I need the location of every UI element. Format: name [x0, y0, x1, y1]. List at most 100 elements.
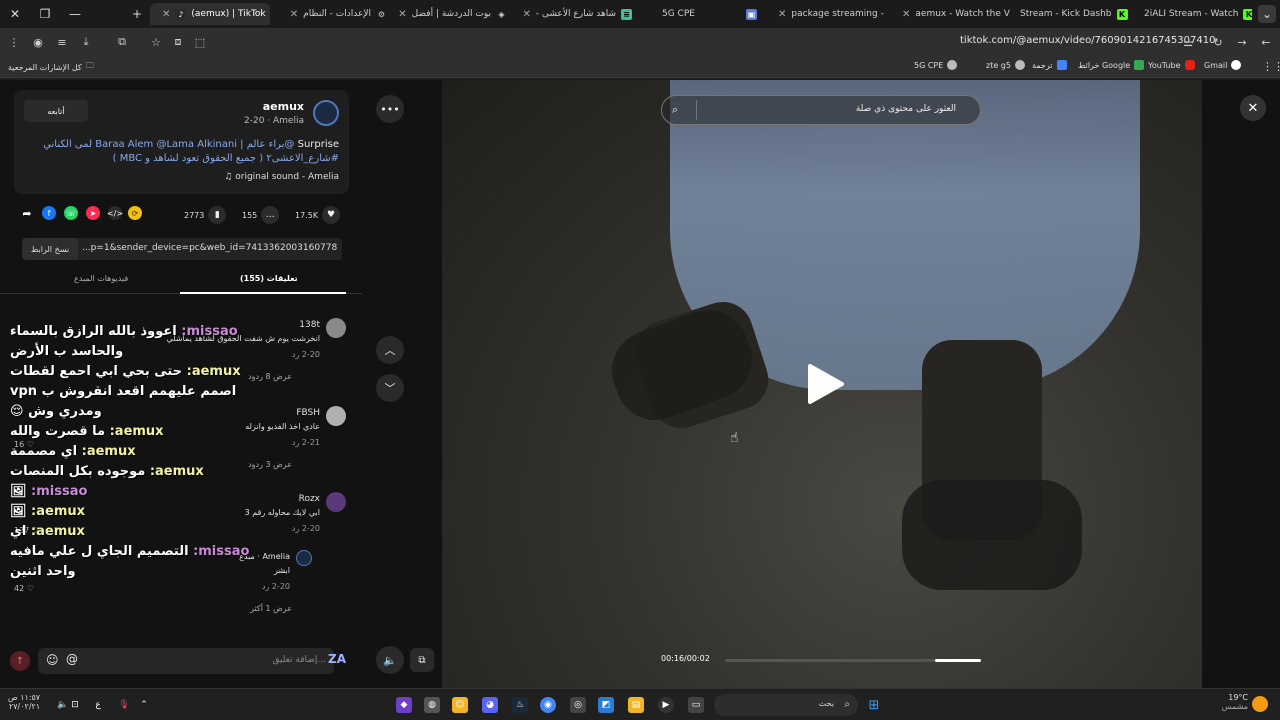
search-input[interactable]: العثور على محتوى ذي صلة: [856, 104, 956, 114]
play-icon[interactable]: [802, 362, 846, 406]
sound-link[interactable]: ♫ original sound - Amelia: [224, 172, 339, 182]
tab-chatbot[interactable]: ◈ بوت الدردشة | أفضل ✕: [398, 3, 513, 25]
discord-icon[interactable]: ◕: [482, 697, 498, 713]
avatar[interactable]: [326, 318, 346, 338]
app-icon[interactable]: ☺: [452, 697, 468, 713]
avatar[interactable]: [313, 100, 339, 126]
task-view-icon[interactable]: ▭: [688, 697, 704, 713]
new-tab-icon[interactable]: +: [128, 5, 146, 23]
close-tab-icon[interactable]: ✕: [778, 9, 786, 20]
install-app-icon[interactable]: ⧈: [170, 34, 186, 50]
username[interactable]: aemux: [263, 100, 304, 113]
cast-icon[interactable]: ⬚: [192, 34, 208, 50]
close-video-icon[interactable]: ✕: [1240, 95, 1266, 121]
reply-button[interactable]: رد: [292, 524, 299, 533]
avatar[interactable]: [326, 406, 346, 426]
close-tab-icon[interactable]: ✕: [398, 9, 406, 20]
tab-kick-aemux[interactable]: ✕ aemux - Watch the V K: [890, 3, 1012, 25]
tab-shahid[interactable]: ≡ شاهد شارع الأعشى - ✕: [520, 3, 638, 25]
search-icon[interactable]: ⌕: [672, 103, 678, 117]
send-comment-button[interactable]: ↑: [10, 651, 30, 671]
all-bookmarks[interactable]: كل الإشارات المرجعية 🗀: [8, 60, 94, 74]
repost-icon[interactable]: ⟳: [128, 206, 142, 220]
more-options-icon[interactable]: •••: [376, 95, 404, 123]
close-tab-icon[interactable]: ✕: [290, 9, 298, 20]
comment-user[interactable]: Rozx: [299, 494, 320, 504]
hashtag-link[interactable]: #شارع_الاعشى٢ ( جميع الحقوق تعود لشاهد و…: [113, 153, 339, 164]
bookmark-star-icon[interactable]: ☆: [148, 34, 164, 50]
start-icon[interactable]: ⊞: [866, 697, 882, 713]
whatsapp-icon[interactable]: ☏: [64, 206, 78, 220]
profile-icon[interactable]: ◉: [30, 34, 46, 50]
close-tab-icon[interactable]: ✕: [902, 9, 910, 20]
tab-package-streaming[interactable]: ✕ package streaming - G: [766, 3, 886, 25]
weather-widget[interactable]: 19°C مشمس: [1216, 693, 1248, 711]
back-icon[interactable]: ←: [1258, 34, 1274, 50]
like-button[interactable]: 17.5K ♥: [295, 206, 341, 224]
comment-user[interactable]: 138t: [299, 320, 320, 330]
view-more-replies-button[interactable]: عرض 1 أكثر: [250, 604, 292, 613]
mention-link[interactable]: @براء عالم | Baraa Alem @Lama Alkinani: [95, 139, 294, 150]
tab-5gcpe[interactable]: 5G CPE ▣: [642, 3, 760, 25]
comment-user[interactable]: FBSH: [296, 408, 320, 418]
system-tray-icons[interactable]: 🔈 ⊡: [48, 697, 88, 713]
comment-button[interactable]: 155…: [242, 206, 280, 224]
next-video-icon[interactable]: ﹀: [376, 374, 404, 402]
reload-icon[interactable]: ↻: [1210, 34, 1226, 50]
close-window-icon[interactable]: ✕: [6, 5, 24, 23]
view-replies-button[interactable]: عرض 3 ردود: [248, 460, 292, 469]
avatar[interactable]: [326, 492, 346, 512]
bookmark-translate[interactable]: ترجمة: [1032, 60, 1067, 70]
share-link-text[interactable]: ...p=1&sender_device=pc&web_id=741336200…: [82, 243, 338, 253]
obs-icon[interactable]: ◎: [570, 697, 586, 713]
reply-button[interactable]: رد: [292, 438, 299, 447]
tab-creator-videos[interactable]: فيديوهات المبدع: [74, 274, 128, 283]
reply-button[interactable]: رد: [292, 350, 299, 359]
bookmark-maps[interactable]: خرائط Google: [1078, 60, 1145, 70]
site-settings-icon[interactable]: ⚌: [1180, 34, 1196, 50]
minimize-window-icon[interactable]: —: [66, 5, 84, 23]
previous-video-icon[interactable]: ︿: [376, 336, 404, 364]
app-icon[interactable]: ◆: [396, 697, 412, 713]
chevron-up-icon[interactable]: ⌃: [136, 697, 152, 713]
bookmark-youtube[interactable]: YouTube: [1148, 60, 1195, 70]
volume-icon[interactable]: 🔈: [376, 646, 404, 674]
send-to-friend-icon[interactable]: ➤: [86, 206, 100, 220]
follow-button[interactable]: أتابعه: [24, 100, 88, 122]
extensions-icon[interactable]: ⧉: [114, 34, 130, 50]
language-indicator[interactable]: ع: [90, 697, 106, 713]
embed-icon[interactable]: </>: [107, 206, 123, 220]
maximize-window-icon[interactable]: ❐: [36, 5, 54, 23]
bookmark-zte[interactable]: zte g5: [986, 60, 1025, 70]
tab-search-icon[interactable]: ⌄: [1258, 5, 1276, 23]
url-text[interactable]: tiktok.com/@aemux/video/7609014216745307…: [960, 35, 1215, 46]
video-player[interactable]: ⌕ العثور على محتوى ذي صلة 00:16/00:02 ☝: [442, 80, 1202, 688]
download-icon[interactable]: ⤓: [78, 34, 94, 50]
emoji-icon[interactable]: ☺: [46, 653, 59, 667]
chrome-icon[interactable]: ◉: [540, 697, 556, 713]
apps-grid-icon[interactable]: ⋮⋮: [1262, 60, 1280, 73]
forward-icon[interactable]: →: [1234, 34, 1250, 50]
picture-in-picture-icon[interactable]: ⧉: [410, 648, 434, 672]
taskbar-search[interactable]: ⌕ بحث: [714, 694, 858, 716]
file-explorer-icon[interactable]: ▤: [628, 697, 644, 713]
menu-icon[interactable]: ⋮: [6, 34, 22, 50]
share-arrow-icon[interactable]: ➦: [20, 206, 34, 220]
view-replies-button[interactable]: عرض 8 ردود: [248, 372, 292, 381]
mention-icon[interactable]: @: [66, 652, 78, 666]
tab-2iali-stream[interactable]: 2iALI Stream - Watch K: [1138, 3, 1252, 25]
tab-kick-dashboard[interactable]: Stream - Kick Dashb K: [1014, 3, 1130, 25]
clock[interactable]: ١١:٥٧ ص ٢٧/٠٢/٢١: [8, 693, 40, 711]
tab-settings[interactable]: ⚙ الإعدادات - النظام ✕: [278, 3, 393, 25]
media-player-icon[interactable]: ▶: [658, 697, 674, 713]
related-search-box[interactable]: ⌕ العثور على محتوى ذي صلة: [661, 95, 981, 125]
microphone-icon[interactable]: 🎙: [116, 697, 132, 713]
photos-icon[interactable]: ◩: [598, 697, 614, 713]
bookmark-5gcpe[interactable]: 5G CPE: [914, 60, 958, 70]
copy-link-button[interactable]: نسخ الرابط: [22, 238, 78, 260]
comment-like-count[interactable]: 42 ♡: [14, 584, 34, 593]
close-tab-icon[interactable]: ✕: [162, 9, 170, 20]
tab-comments[interactable]: تعليقات (155): [240, 274, 298, 283]
seek-bar[interactable]: [725, 659, 981, 662]
comment-input[interactable]: إضافة تعليق...: [272, 655, 326, 665]
